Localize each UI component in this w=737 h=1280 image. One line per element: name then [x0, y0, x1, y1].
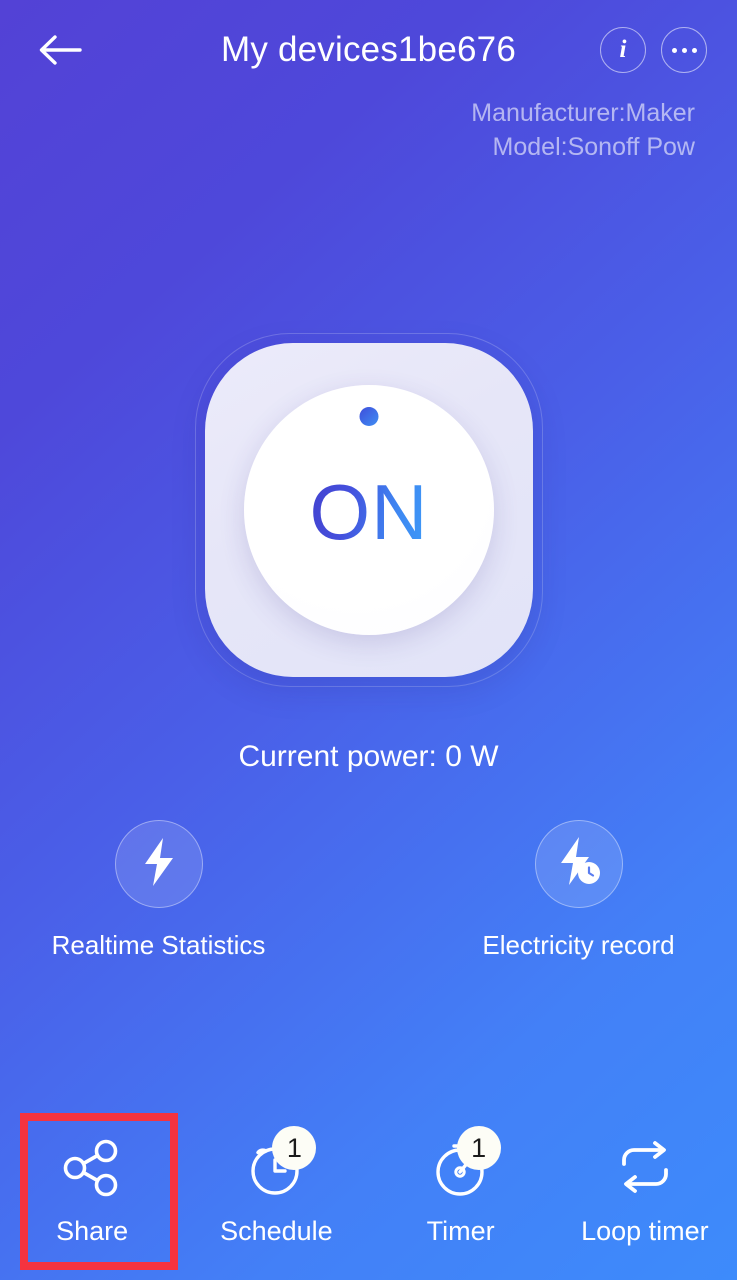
- schedule-badge: 1: [272, 1126, 317, 1170]
- alarm-clock-icon: 1: [238, 1126, 317, 1206]
- nav-label-schedule: Schedule: [220, 1216, 333, 1246]
- device-model: Model:Sonoff Pow: [492, 133, 695, 161]
- nav-label-loop-timer: Loop timer: [581, 1216, 709, 1246]
- toggle-circle[interactable]: ON: [244, 385, 494, 635]
- app-header: My devices1be676 i: [0, 0, 737, 100]
- nav-label-share: Share: [56, 1216, 129, 1246]
- power-toggle-button[interactable]: ON: [195, 333, 543, 687]
- action-shortcuts: Realtime Statistics Electricity record: [0, 820, 737, 961]
- realtime-statistics-label: Realtime Statistics: [51, 930, 266, 960]
- nav-item-schedule[interactable]: 1 Schedule: [184, 1108, 368, 1280]
- three-dots-icon: [671, 47, 697, 53]
- realtime-statistics-button[interactable]: Realtime Statistics: [52, 820, 265, 961]
- info-icon[interactable]: i: [600, 27, 646, 73]
- electricity-record-button[interactable]: Electricity record: [479, 820, 679, 961]
- toggle-state-label: ON: [309, 468, 429, 556]
- loop-repeat-icon: [607, 1130, 683, 1206]
- nav-item-share[interactable]: Share: [0, 1108, 184, 1280]
- device-meta: Manufacturer:Maker Model:Sonoff Pow: [471, 96, 695, 164]
- realtime-statistics-icon-circle: [114, 820, 203, 908]
- toggle-card: ON: [205, 343, 533, 677]
- more-options-icon[interactable]: [661, 27, 707, 73]
- timer-badge: 1: [456, 1126, 501, 1170]
- electricity-record-icon-circle: [534, 820, 623, 908]
- status-dot-icon: [359, 407, 379, 426]
- info-glyph: i: [619, 35, 627, 63]
- header-actions: i: [600, 27, 707, 73]
- electricity-record-label: Electricity record: [482, 930, 675, 960]
- device-manufacturer: Manufacturer:Maker: [471, 99, 695, 127]
- lightning-bolt-clock-icon: [554, 835, 604, 894]
- nav-item-timer[interactable]: 1 Timer: [369, 1108, 553, 1280]
- lightning-bolt-icon: [137, 836, 181, 893]
- share-nodes-icon: [54, 1130, 130, 1206]
- nav-item-loop-timer[interactable]: Loop timer: [553, 1108, 737, 1280]
- stopwatch-icon: 1: [423, 1126, 501, 1206]
- current-power-text: Current power: 0 W: [238, 740, 499, 773]
- nav-label-timer: Timer: [426, 1216, 495, 1246]
- bottom-navigation-bar: Share 1 Schedule 1 Timer Loop timer: [0, 1108, 737, 1280]
